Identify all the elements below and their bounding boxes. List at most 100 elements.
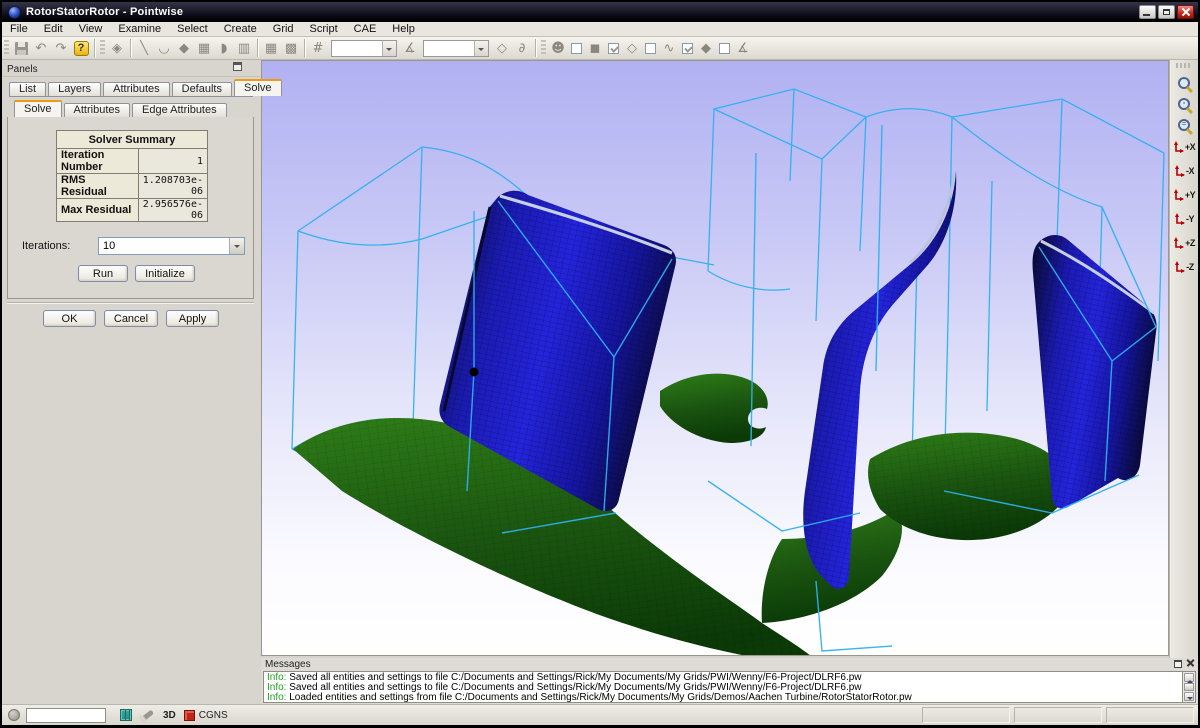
axis-icon bbox=[1174, 261, 1185, 273]
apply-button[interactable]: Apply bbox=[166, 310, 219, 327]
view-minus-x-button[interactable]: -X bbox=[1172, 160, 1197, 182]
connectors-button[interactable]: ∿ bbox=[659, 39, 679, 58]
zoom-icon bbox=[1178, 77, 1190, 89]
cae-format-label: CGNS bbox=[199, 710, 228, 721]
panel-float-icon[interactable] bbox=[233, 62, 242, 71]
database-toggle-button[interactable]: ◆ bbox=[696, 39, 716, 58]
scroll-down-arrow[interactable] bbox=[1184, 692, 1194, 701]
messages-log[interactable]: Info: Saved all entities and settings to… bbox=[263, 671, 1183, 703]
zoom-button[interactable] bbox=[1173, 72, 1196, 93]
help-button[interactable]: ? bbox=[71, 39, 91, 58]
viewport-3d[interactable] bbox=[261, 60, 1169, 656]
restore-button[interactable] bbox=[1158, 5, 1175, 19]
menu-cae[interactable]: CAE bbox=[346, 22, 385, 36]
axis-label: +Y bbox=[1185, 190, 1195, 200]
iterations-label: Iterations: bbox=[22, 240, 70, 252]
show-spacings-checkbox[interactable] bbox=[719, 43, 730, 54]
curve-icon: ◡ bbox=[158, 41, 169, 56]
cancel-button[interactable]: Cancel bbox=[104, 310, 158, 327]
spacings-button[interactable]: ∡ bbox=[733, 39, 753, 58]
view-plus-y-button[interactable]: +Y bbox=[1172, 184, 1197, 206]
redo-button[interactable]: ↷ bbox=[51, 39, 71, 58]
menu-file[interactable]: File bbox=[2, 22, 36, 36]
unstructured-grid-icon: ▩ bbox=[285, 41, 297, 56]
iterations-input[interactable] bbox=[101, 239, 225, 253]
blocks-button[interactable]: ◼ bbox=[585, 39, 605, 58]
selected-point-marker[interactable] bbox=[470, 368, 479, 377]
combo-arrow[interactable] bbox=[229, 238, 244, 254]
spacing-button[interactable]: ∡ bbox=[400, 39, 420, 58]
message-text: Loaded entities and settings from file C… bbox=[289, 692, 912, 703]
project-button[interactable]: ◇ bbox=[492, 39, 512, 58]
structured-grid-button[interactable]: ▦ bbox=[261, 39, 281, 58]
dimension-button[interactable]: # bbox=[308, 39, 328, 58]
menu-examine[interactable]: Examine bbox=[110, 22, 169, 36]
spacing-input[interactable] bbox=[426, 42, 472, 55]
create-database-button[interactable]: ◗ bbox=[214, 39, 234, 58]
view-minus-y-button[interactable]: -Y bbox=[1172, 208, 1197, 230]
create-connector-button[interactable]: ╲ bbox=[134, 39, 154, 58]
close-button[interactable] bbox=[1177, 5, 1194, 19]
menu-edit[interactable]: Edit bbox=[36, 22, 71, 36]
zoom-extents-button[interactable]: ▫ bbox=[1173, 93, 1196, 114]
database-diamond-icon: ◆ bbox=[701, 41, 711, 56]
subtab-attributes[interactable]: Attributes bbox=[64, 103, 130, 117]
initialize-button[interactable]: Initialize bbox=[135, 265, 195, 282]
status-bar: 3D CGNS bbox=[2, 704, 1198, 725]
view-plus-x-button[interactable]: +X bbox=[1172, 136, 1197, 158]
solver-summary-title: Solver Summary bbox=[57, 131, 208, 149]
view-plus-z-button[interactable]: +Z bbox=[1172, 232, 1197, 254]
tab-attributes[interactable]: Attributes bbox=[103, 82, 169, 96]
tab-layers[interactable]: Layers bbox=[48, 82, 101, 96]
menu-grid[interactable]: Grid bbox=[265, 22, 302, 36]
toolbar-grip[interactable] bbox=[1176, 63, 1192, 68]
create-curve-button[interactable]: ◡ bbox=[154, 39, 174, 58]
show-domains-checkbox[interactable] bbox=[608, 43, 619, 54]
show-blocks-checkbox[interactable] bbox=[571, 43, 582, 54]
messages-scrollbar[interactable] bbox=[1182, 671, 1196, 703]
scroll-thumb[interactable] bbox=[1184, 683, 1194, 691]
combo-arrow[interactable] bbox=[474, 41, 488, 56]
domains-button[interactable]: ◇ bbox=[622, 39, 642, 58]
tab-defaults[interactable]: Defaults bbox=[172, 82, 232, 96]
iterations-combo[interactable] bbox=[98, 237, 245, 255]
create-block-button[interactable]: ▥ bbox=[234, 39, 254, 58]
title-bar[interactable]: RotorStatorRotor - Pointwise bbox=[2, 2, 1198, 22]
run-button[interactable]: Run bbox=[78, 265, 128, 282]
create-domain-button[interactable]: ◆ bbox=[174, 39, 194, 58]
derivative-button[interactable]: ∂ bbox=[512, 39, 532, 58]
tab-list[interactable]: List bbox=[9, 82, 46, 96]
combo-arrow[interactable] bbox=[382, 41, 396, 56]
toolbar-grip[interactable] bbox=[541, 40, 546, 56]
undo-button[interactable]: ↶ bbox=[31, 39, 51, 58]
menu-create[interactable]: Create bbox=[216, 22, 265, 36]
dimension-combo[interactable] bbox=[331, 40, 397, 57]
menu-view[interactable]: View bbox=[71, 22, 111, 36]
dimension-input[interactable] bbox=[334, 42, 380, 55]
toolbar-grip[interactable] bbox=[4, 40, 9, 56]
partial-derivative-icon: ∂ bbox=[519, 41, 526, 56]
subtab-solve[interactable]: Solve bbox=[14, 100, 62, 117]
menu-select[interactable]: Select bbox=[169, 22, 216, 36]
toolbar-grip[interactable] bbox=[100, 40, 105, 56]
menu-script[interactable]: Script bbox=[302, 22, 346, 36]
zoom-reset-button[interactable]: = bbox=[1173, 114, 1196, 135]
shaded-view-button[interactable]: ☻ bbox=[548, 39, 568, 58]
tab-solve[interactable]: Solve bbox=[234, 79, 282, 96]
messages-panel: Messages Info: Saved all entities and se… bbox=[261, 658, 1198, 704]
spacing-combo[interactable] bbox=[423, 40, 489, 57]
layer-stack-button[interactable]: ◈ bbox=[107, 39, 127, 58]
create-meshed-domain-button[interactable]: ▦ bbox=[194, 39, 214, 58]
panel-close-icon[interactable] bbox=[1186, 659, 1195, 668]
view-minus-z-button[interactable]: -Z bbox=[1172, 256, 1197, 278]
save-button[interactable] bbox=[11, 39, 31, 58]
show-connectors-checkbox[interactable] bbox=[645, 43, 656, 54]
scroll-up-arrow[interactable] bbox=[1184, 673, 1194, 682]
subtab-edge-attributes[interactable]: Edge Attributes bbox=[132, 103, 227, 117]
ok-button[interactable]: OK bbox=[43, 310, 96, 327]
menu-help[interactable]: Help bbox=[384, 22, 423, 36]
unstructured-grid-button[interactable]: ▩ bbox=[281, 39, 301, 58]
minimize-button[interactable] bbox=[1139, 5, 1156, 19]
panel-float-icon[interactable] bbox=[1174, 660, 1182, 668]
show-database-checkbox[interactable] bbox=[682, 43, 693, 54]
